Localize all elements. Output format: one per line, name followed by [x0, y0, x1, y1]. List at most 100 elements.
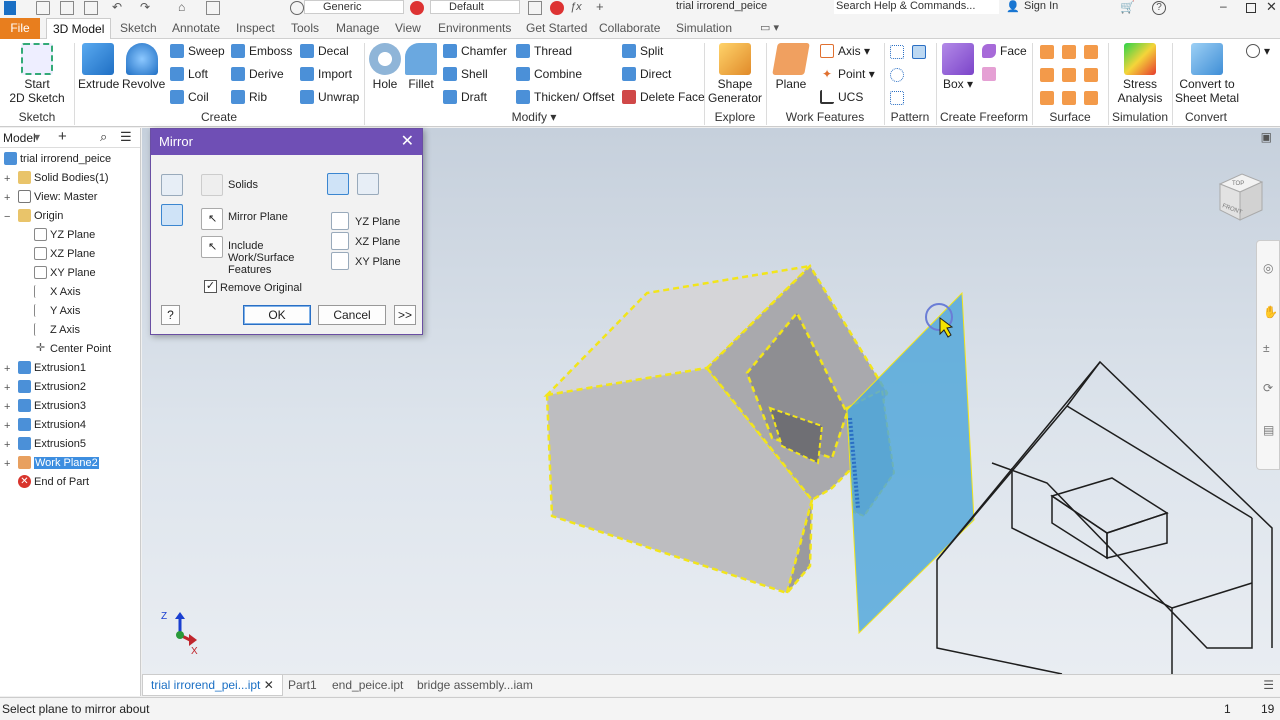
include-features-selector[interactable]: ↖: [201, 236, 223, 258]
sign-in-link[interactable]: Sign In: [1024, 0, 1058, 12]
mirror-solids-button[interactable]: [161, 204, 183, 226]
orbit-icon[interactable]: ⟳: [1263, 381, 1273, 395]
combine-button[interactable]: Combine: [516, 64, 582, 84]
split-button[interactable]: Split: [622, 41, 663, 61]
doc-tab-bridge-assembly[interactable]: bridge assembly...iam: [409, 675, 541, 696]
expand-icon[interactable]: +: [4, 439, 10, 451]
coil-button[interactable]: Coil: [170, 87, 209, 107]
repair-button[interactable]: [1084, 88, 1102, 108]
import-button[interactable]: Import: [300, 64, 352, 84]
help-button[interactable]: ?: [161, 305, 180, 325]
tab-get-started[interactable]: Get Started: [520, 18, 593, 39]
fillet-button[interactable]: Fillet: [404, 41, 438, 91]
tree-item-origin[interactable]: Origin: [18, 207, 63, 226]
ribbon-options-icon[interactable]: ▭ ▾: [754, 18, 785, 39]
expand-icon[interactable]: +: [4, 382, 10, 394]
tree-item-xz-plane[interactable]: XZ Plane: [34, 245, 95, 264]
add-icon[interactable]: +: [596, 0, 610, 15]
chamfer-button[interactable]: Chamfer: [443, 41, 507, 61]
open-icon[interactable]: [60, 1, 74, 15]
search-icon[interactable]: ⌕: [100, 129, 107, 145]
tab-view[interactable]: View: [389, 18, 427, 39]
tree-item-z-axis[interactable]: Z Axis: [34, 321, 80, 340]
more-options-button[interactable]: >>: [394, 305, 416, 325]
expand-icon[interactable]: +: [4, 458, 10, 470]
dialog-title-bar[interactable]: Mirror ✕: [151, 129, 422, 155]
mirror-button[interactable]: [912, 42, 930, 62]
restore-icon[interactable]: [1246, 3, 1256, 13]
tab-environments[interactable]: Environments: [432, 18, 517, 39]
tree-item-extrusion3[interactable]: Extrusion3: [18, 397, 86, 416]
tab-manage[interactable]: Manage: [330, 18, 385, 39]
tab-menu-icon[interactable]: ☰: [1263, 678, 1274, 692]
freeform-convert-button[interactable]: [982, 64, 1000, 84]
doc-tab-trial[interactable]: trial irrorend_pei...ipt ✕: [142, 675, 283, 696]
save-icon[interactable]: [84, 1, 98, 15]
tree-item-end-of-part[interactable]: ✕ End of Part: [18, 473, 89, 492]
tree-item-yz-plane[interactable]: YZ Plane: [34, 226, 95, 245]
tree-item-extrusion2[interactable]: Extrusion2: [18, 378, 86, 397]
ok-button[interactable]: OK: [243, 305, 311, 325]
tree-item-part[interactable]: trial irrorend_peice: [4, 150, 111, 169]
ribbon-options-dropdown[interactable]: ▾: [1246, 41, 1270, 61]
expand-icon[interactable]: +: [4, 192, 10, 204]
work-plane-2[interactable]: [846, 291, 975, 635]
browser-menu-icon[interactable]: ▾: [34, 130, 40, 144]
sculpt-button[interactable]: [1062, 42, 1080, 62]
sketch-pattern-button[interactable]: [890, 88, 908, 108]
tab-3d-model[interactable]: 3D Model: [46, 18, 112, 40]
app-logo-icon[interactable]: [4, 1, 16, 15]
cart-icon[interactable]: 🛒: [1120, 1, 1135, 15]
convert-sheet-metal-button[interactable]: Convert to Sheet Metal: [1174, 41, 1240, 105]
new-solid-button[interactable]: [327, 173, 349, 195]
point-button[interactable]: ✦ Point ▾: [820, 64, 875, 84]
circ-pattern-button[interactable]: [890, 65, 908, 85]
minimize-icon[interactable]: –: [1220, 0, 1234, 15]
tab-collaborate[interactable]: Collaborate: [593, 18, 666, 39]
trim-button[interactable]: [1040, 65, 1058, 85]
draft-button[interactable]: Draft: [443, 87, 487, 107]
axis-button[interactable]: Axis ▾: [820, 41, 870, 61]
tab-simulation[interactable]: Simulation: [670, 18, 738, 39]
mirror-features-button[interactable]: [161, 174, 183, 196]
expand-icon[interactable]: +: [4, 363, 10, 375]
tree-item-center-point[interactable]: ✛ Center Point: [34, 340, 111, 359]
tree-item-work-plane2[interactable]: Work Plane2: [18, 454, 99, 473]
tab-inspect[interactable]: Inspect: [230, 18, 281, 39]
select-icon[interactable]: [206, 1, 220, 15]
tree-item-extrusion1[interactable]: Extrusion1: [18, 359, 86, 378]
derive-button[interactable]: Derive: [231, 64, 284, 84]
direct-button[interactable]: Direct: [622, 64, 671, 84]
xz-plane-icon[interactable]: [331, 232, 349, 250]
mirror-plane-selector[interactable]: ↖: [201, 208, 223, 230]
appearance-combo[interactable]: Generic: [304, 0, 404, 14]
rib-button[interactable]: Rib: [231, 87, 267, 107]
start-sketch-button[interactable]: Start 2D Sketch: [6, 41, 68, 105]
color-icon[interactable]: [550, 1, 564, 15]
tree-item-extrusion4[interactable]: Extrusion4: [18, 416, 86, 435]
delete-face-button[interactable]: Delete Face: [622, 87, 705, 107]
close-window-icon[interactable]: ✕: [1266, 0, 1280, 15]
hole-button[interactable]: Hole: [368, 41, 402, 91]
stress-analysis-button[interactable]: Stress Analysis: [1112, 41, 1168, 105]
doc-tab-part1[interactable]: Part1: [280, 675, 325, 696]
close-tab-icon[interactable]: ✕: [264, 678, 274, 692]
tab-file[interactable]: File: [0, 18, 40, 39]
tree-item-y-axis[interactable]: Y Axis: [34, 302, 80, 321]
home-icon[interactable]: ⌂: [178, 1, 192, 15]
yz-plane-icon[interactable]: [331, 212, 349, 230]
view-cube[interactable]: TOP FRONT: [1214, 170, 1266, 222]
parameters-icon[interactable]: ƒx: [570, 1, 584, 15]
solids-selector-icon[interactable]: [201, 174, 223, 196]
revolve-button[interactable]: Revolve: [122, 41, 165, 91]
patch-button[interactable]: [1084, 42, 1102, 62]
expand-icon[interactable]: +: [4, 420, 10, 432]
xy-plane-icon[interactable]: [331, 252, 349, 270]
extend-button[interactable]: [1062, 65, 1080, 85]
plane-button[interactable]: Plane: [772, 41, 810, 91]
tree-item-x-axis[interactable]: X Axis: [34, 283, 81, 302]
cancel-button[interactable]: Cancel: [318, 305, 386, 325]
replace-face-button[interactable]: [1084, 65, 1102, 85]
steering-wheel-icon[interactable]: ◎: [1263, 261, 1273, 275]
add-browser-tab-icon[interactable]: +: [58, 128, 67, 145]
